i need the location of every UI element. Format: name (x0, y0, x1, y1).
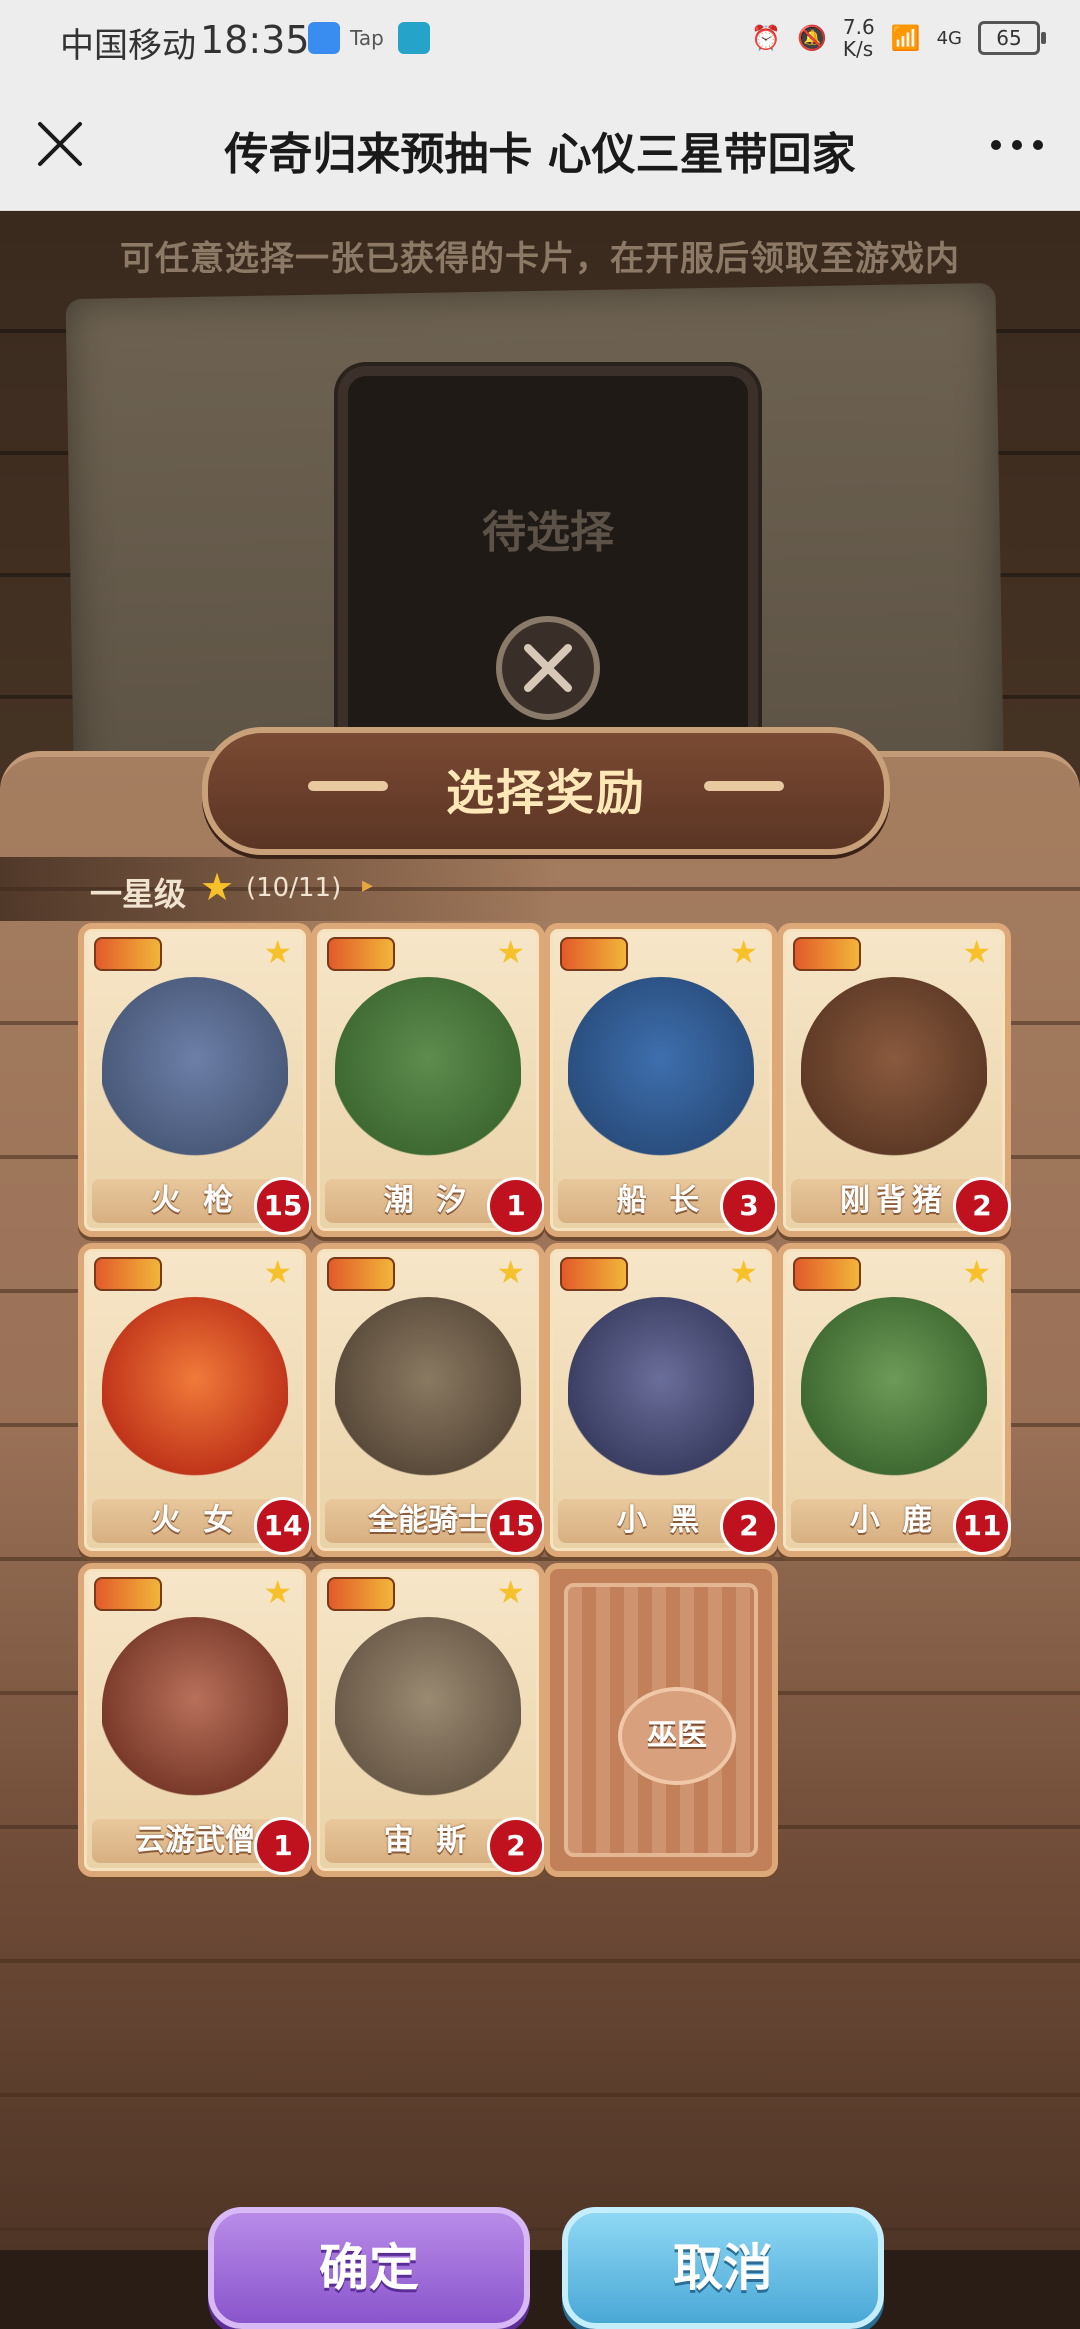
game-logo-icon (793, 1257, 861, 1291)
game-logo-icon (94, 1257, 162, 1291)
hero-portrait (568, 977, 754, 1159)
card-count-badge: 2 (487, 1817, 545, 1875)
hero-card[interactable]: ★ 火 女 14 (78, 1243, 312, 1557)
app-icon (398, 22, 430, 54)
star-icon: ★ (200, 865, 235, 909)
hero-card[interactable]: ★ 船 长 3 (544, 923, 778, 1237)
card-count-badge: 14 (254, 1497, 312, 1555)
panel-banner: 选择奖励 (202, 727, 890, 855)
card-count-badge: 15 (487, 1497, 545, 1555)
hero-portrait (335, 1297, 521, 1479)
hero-card[interactable]: ★ 潮 汐 1 (311, 923, 545, 1237)
cancel-button[interactable]: 取消 (562, 2207, 884, 2329)
hero-card[interactable]: ★ 全能骑士 15 (311, 1243, 545, 1557)
status-icons: ⏰ 🔕 7.6 K/s 📶 4G 65 (751, 15, 1046, 61)
game-stage: 可任意选择一张已获得的卡片，在开服后领取至游戏内 待选择 选择奖励 一星级 ★ … (0, 211, 1080, 2329)
hero-portrait (801, 1297, 987, 1479)
mute-icon: 🔕 (797, 24, 827, 52)
tier-count: (10/11) (246, 873, 342, 903)
locked-card[interactable]: 巫医 (544, 1563, 778, 1877)
star-icon: ★ (263, 933, 292, 971)
game-logo-icon (327, 1577, 395, 1611)
card-back-pattern: 巫医 (564, 1583, 758, 1857)
game-logo-icon (793, 937, 861, 971)
instruction-text: 可任意选择一张已获得的卡片，在开服后领取至游戏内 (120, 239, 960, 279)
hero-card[interactable]: ★ 小 黑 2 (544, 1243, 778, 1557)
reward-panel: 选择奖励 一星级 ★ (10/11) ▸ ★ 火 枪 15 ★ 潮 汐 1 ★ (0, 727, 1080, 2329)
hero-card[interactable]: ★ 宙 斯 2 (311, 1563, 545, 1877)
hero-portrait (335, 977, 521, 1159)
net-type: 4G (936, 27, 962, 49)
card-count-badge: 2 (720, 1497, 778, 1555)
nav-bar: 传奇归来预抽卡 心仪三星带回家 (0, 80, 1080, 211)
star-icon: ★ (962, 933, 991, 971)
card-count-badge: 1 (254, 1817, 312, 1875)
hero-portrait (102, 1297, 288, 1479)
tap-icon: Tap (350, 26, 384, 50)
game-logo-icon (560, 1257, 628, 1291)
clock: 18:35 (200, 18, 310, 62)
net-speed: 7.6 K/s (842, 15, 875, 61)
game-logo-icon (94, 937, 162, 971)
star-icon: ★ (729, 933, 758, 971)
card-count-badge: 11 (953, 1497, 1011, 1555)
card-count-badge: 1 (487, 1177, 545, 1235)
close-icon[interactable] (496, 616, 600, 720)
hero-portrait (102, 977, 288, 1159)
star-icon: ★ (263, 1253, 292, 1291)
more-icon[interactable] (982, 120, 1052, 170)
card-count-badge: 15 (254, 1177, 312, 1235)
game-logo-icon (327, 937, 395, 971)
hero-card[interactable]: ★ 云游武僧 1 (78, 1563, 312, 1877)
star-icon: ★ (263, 1573, 292, 1611)
banner-ornament-right (704, 781, 784, 791)
locked-card-name: 巫医 (618, 1687, 736, 1785)
shield-icon (308, 22, 340, 54)
hero-portrait (335, 1617, 521, 1799)
game-logo-icon (327, 1257, 395, 1291)
alarm-icon: ⏰ (751, 24, 781, 52)
star-icon: ★ (962, 1253, 991, 1291)
status-bar: 中国移动 18:35 Tap ⏰ 🔕 7.6 K/s 📶 4G 65 (0, 0, 1080, 80)
battery-icon: 65 (978, 21, 1046, 55)
card-count-badge: 2 (953, 1177, 1011, 1235)
hero-card[interactable]: ★ 刚背猪 2 (777, 923, 1011, 1237)
arrow-right-icon: ▸ (362, 873, 374, 898)
card-count-badge: 3 (720, 1177, 778, 1235)
tier-name: 一星级 (90, 875, 187, 913)
confirm-button[interactable]: 确定 (208, 2207, 530, 2329)
hero-card[interactable]: ★ 火 枪 15 (78, 923, 312, 1237)
page-title: 传奇归来预抽卡 心仪三星带回家 (224, 129, 856, 180)
hero-portrait (568, 1297, 754, 1479)
hero-portrait (801, 977, 987, 1159)
star-icon: ★ (729, 1253, 758, 1291)
hero-card[interactable]: ★ 小 鹿 11 (777, 1243, 1011, 1557)
pending-label: 待选择 (482, 507, 614, 558)
game-logo-icon (94, 1577, 162, 1611)
tier-bar[interactable]: 一星级 ★ (10/11) ▸ (0, 857, 560, 921)
carrier-label: 中国移动 (60, 26, 196, 66)
star-icon: ★ (496, 1573, 525, 1611)
star-icon: ★ (496, 933, 525, 971)
wifi-icon: 📶 (890, 24, 921, 52)
star-icon: ★ (496, 1253, 525, 1291)
hero-portrait (102, 1617, 288, 1799)
game-logo-icon (560, 937, 628, 971)
